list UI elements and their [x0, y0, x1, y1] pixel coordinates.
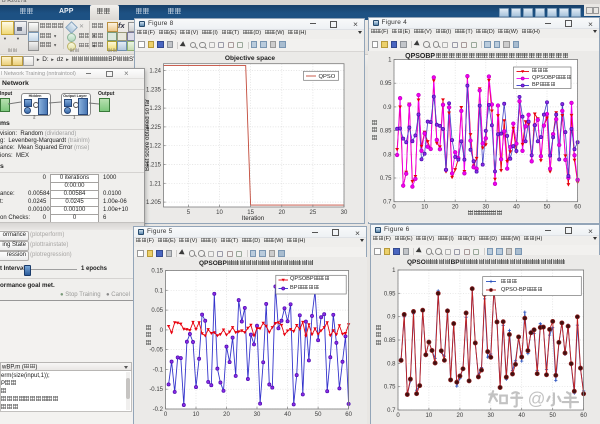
svg-text:60: 60 [345, 412, 352, 418]
svg-text:0: 0 [164, 412, 168, 418]
svg-text:30: 30 [487, 413, 494, 419]
svg-text:40: 40 [284, 412, 291, 418]
svg-text:0: 0 [396, 413, 400, 419]
svg-text:50: 50 [544, 205, 551, 211]
svg-text:-0.1: -0.1 [153, 367, 164, 373]
svg-text:@: @ [528, 389, 546, 408]
svg-text:0.95: 0.95 [384, 291, 396, 297]
svg-text:0.7: 0.7 [383, 200, 392, 206]
svg-text:30: 30 [254, 412, 261, 418]
svg-text:0: 0 [160, 328, 164, 334]
svg-text:-0.2: -0.2 [153, 407, 164, 413]
svg-text:0.9: 0.9 [387, 315, 396, 321]
svg-text:0.7: 0.7 [387, 408, 396, 414]
svg-text:60: 60 [574, 205, 581, 211]
svg-text:50: 50 [549, 413, 556, 419]
svg-text:10: 10 [426, 413, 433, 419]
svg-text:0.1: 0.1 [155, 288, 164, 294]
svg-text:10: 10 [193, 412, 200, 418]
svg-text:40: 40 [518, 413, 525, 419]
svg-text:0.8: 0.8 [387, 361, 396, 367]
svg-text:10: 10 [421, 205, 428, 211]
svg-text:60: 60 [580, 413, 587, 419]
svg-text:0.95: 0.95 [380, 81, 392, 87]
svg-text:50: 50 [315, 412, 322, 418]
svg-text:0.85: 0.85 [384, 338, 396, 344]
svg-text:0.9: 0.9 [383, 105, 392, 111]
svg-text:1: 1 [73, 115, 76, 120]
svg-text:-0.05: -0.05 [149, 348, 163, 354]
svg-text:1: 1 [392, 268, 396, 274]
svg-text:0.15: 0.15 [151, 269, 163, 275]
svg-text:0.8: 0.8 [383, 152, 392, 158]
svg-text:20: 20 [223, 412, 230, 418]
svg-text:0.75: 0.75 [380, 176, 392, 182]
svg-text:0.05: 0.05 [151, 308, 163, 314]
svg-text:20: 20 [457, 413, 464, 419]
svg-text:1: 1 [388, 58, 392, 64]
svg-text:2: 2 [33, 115, 36, 120]
svg-text:0.85: 0.85 [380, 129, 392, 135]
svg-text:0: 0 [392, 205, 396, 211]
svg-text:-0.15: -0.15 [149, 387, 163, 393]
svg-text:0.75: 0.75 [384, 385, 396, 391]
